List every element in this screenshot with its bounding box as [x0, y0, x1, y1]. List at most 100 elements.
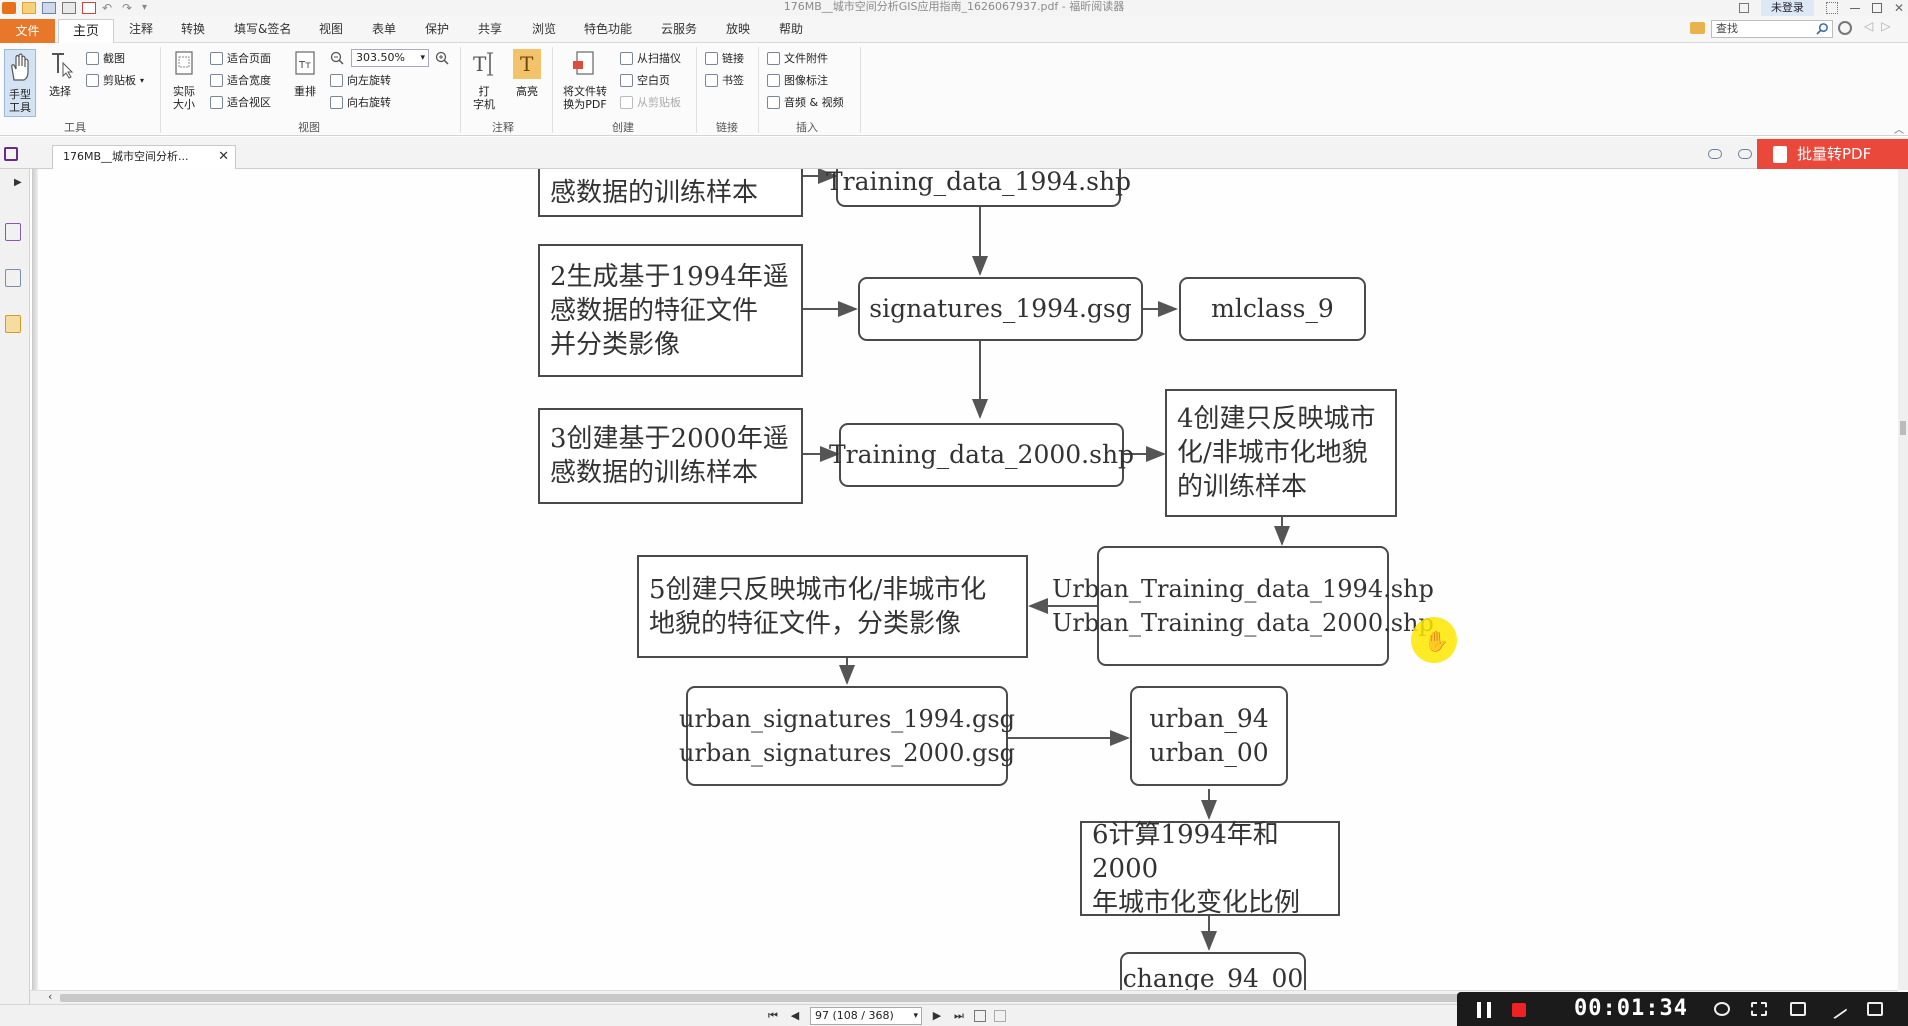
blank-page-icon — [620, 73, 633, 87]
rotate-right-icon — [330, 95, 343, 109]
hand-tool-button[interactable]: 手型 工具 — [4, 49, 36, 117]
page-number-input[interactable]: 97 (108 / 368) ▾ — [810, 1007, 922, 1025]
page-icon — [175, 51, 193, 75]
tab-home[interactable]: 主页 — [58, 19, 114, 44]
vertical-scroll-thumb[interactable] — [1900, 421, 1906, 435]
fit-view-button[interactable]: 适合视区 — [210, 94, 271, 110]
bookmark-label: 书签 — [722, 74, 744, 87]
app-sidebar-icon[interactable] — [4, 147, 18, 161]
clipboard-button[interactable]: 剪贴板 ▾ — [86, 72, 144, 88]
typewriter-button[interactable]: T 打 字机 — [468, 49, 500, 111]
typewriter-icon: T — [473, 52, 493, 76]
camera-icon[interactable] — [1790, 1002, 1806, 1016]
facing-view-icon[interactable] — [994, 1010, 1006, 1022]
tab-features[interactable]: 特色功能 — [584, 20, 632, 38]
collapse-ribbon-icon[interactable]: ︿ — [1894, 121, 1904, 136]
search-input[interactable]: 查找 — [1711, 20, 1833, 38]
bookmarks-panel-icon[interactable] — [5, 223, 21, 241]
file-to-pdf-button[interactable]: 将文件转 换为PDF — [560, 49, 610, 111]
last-page-icon[interactable]: ⏭ — [952, 1009, 966, 1023]
screenshot-button[interactable]: 截图 — [86, 50, 125, 66]
rotate-right-button[interactable]: 向右旋转 — [330, 94, 391, 110]
pages-panel-icon[interactable] — [5, 269, 21, 287]
from-clipboard-button[interactable]: 从剪贴板 — [620, 94, 681, 110]
close-icon[interactable]: ✕ — [1894, 1, 1904, 15]
camera-icon — [86, 51, 99, 65]
close-tab-icon[interactable]: ✕ — [218, 146, 229, 168]
cloud-icon[interactable] — [1708, 149, 1722, 159]
comments-panel-icon[interactable] — [5, 315, 21, 333]
svg-text:T: T — [473, 52, 487, 76]
document-tab[interactable]: 176MB__城市空间分析... ✕ — [52, 145, 236, 169]
select-button[interactable]: 选择 — [44, 49, 76, 98]
download-icon[interactable] — [1738, 149, 1752, 159]
file-attachment-button[interactable]: 文件附件 — [767, 50, 828, 66]
screen-recorder-bar: 00:01:34 — [1457, 992, 1908, 1026]
actual-size-label: 实际 大小 — [173, 85, 195, 111]
screenshot-label: 截图 — [103, 52, 125, 65]
continuous-view-icon[interactable] — [974, 1010, 986, 1022]
grid-icon[interactable] — [1825, 2, 1838, 14]
region-icon[interactable] — [1751, 1002, 1767, 1016]
nav-arrows-icon[interactable]: ◁▷ — [1864, 19, 1898, 33]
tab-protect[interactable]: 保护 — [425, 20, 449, 38]
tab-slideshow[interactable]: 放映 — [726, 20, 750, 38]
reflow-button[interactable]: Tт 重排 — [290, 49, 320, 98]
expand-panel-icon[interactable]: ▶ — [14, 177, 22, 188]
highlight-button[interactable]: T 高亮 — [510, 49, 544, 98]
tab-fill-sign[interactable]: 填写&签名 — [234, 20, 291, 38]
tab-share[interactable]: 共享 — [478, 20, 502, 38]
zoom-out-icon[interactable] — [330, 51, 344, 65]
fit-width-button[interactable]: 适合宽度 — [210, 72, 271, 88]
blank-page-button[interactable]: 空白页 — [620, 72, 670, 88]
window-icon[interactable] — [1867, 1002, 1883, 1016]
minimize-icon[interactable] — [1849, 7, 1860, 9]
image-annotation-button[interactable]: 图像标注 — [767, 72, 828, 88]
actual-size-button[interactable]: 实际 大小 — [168, 49, 200, 111]
from-scanner-button[interactable]: 从扫描仪 — [620, 50, 681, 66]
flow-box-training-1994-text: Training_data_1994.shp — [825, 169, 1132, 196]
tab-comment[interactable]: 注释 — [129, 20, 153, 38]
vertical-scrollbar[interactable] — [1898, 169, 1908, 990]
webcam-icon[interactable] — [1714, 1002, 1730, 1016]
tab-view[interactable]: 视图 — [319, 20, 343, 38]
flow-box-urban-94-00: urban_94 urban_00 — [1130, 686, 1288, 786]
pdf-icon — [1773, 146, 1787, 163]
batch-convert-pdf-button[interactable]: 批量转PDF — [1757, 139, 1908, 169]
fit-width-label: 适合宽度 — [227, 74, 271, 87]
bookmark-button[interactable]: 书签 — [705, 72, 744, 88]
tab-cloud[interactable]: 云服务 — [661, 20, 697, 38]
clipboard-icon — [86, 73, 99, 87]
scroll-left-icon[interactable]: ‹ — [48, 990, 52, 1003]
hand-tool-label: 手型 工具 — [9, 88, 31, 114]
tab-help[interactable]: 帮助 — [779, 20, 803, 38]
folder-icon[interactable] — [1690, 22, 1705, 34]
pause-icon[interactable] — [1477, 1002, 1491, 1018]
zoom-value: 303.50% — [356, 51, 405, 64]
login-button[interactable]: 未登录 — [1760, 0, 1814, 16]
menu-file[interactable]: 文件 — [0, 19, 55, 43]
pen-icon[interactable] — [1826, 998, 1848, 1020]
stop-record-icon[interactable] — [1512, 1003, 1526, 1017]
tab-convert[interactable]: 转换 — [181, 20, 205, 38]
first-page-icon[interactable]: ⏮ — [766, 1009, 780, 1023]
audio-video-button[interactable]: 音频 & 视频 — [767, 94, 844, 110]
zoom-select[interactable]: 303.50% ▾ — [351, 49, 429, 67]
tab-form[interactable]: 表单 — [372, 20, 396, 38]
maximize-icon[interactable] — [1871, 3, 1882, 13]
restore-small-icon[interactable] — [1738, 3, 1749, 13]
next-page-icon[interactable]: ▶ — [930, 1009, 944, 1023]
fit-page-icon — [210, 51, 223, 65]
prev-page-icon[interactable]: ◀ — [788, 1009, 802, 1023]
rotate-left-button[interactable]: 向左旋转 — [330, 72, 391, 88]
flow-box-step5: 5创建只反映城市化/非城市化 地貌的特征文件，分类影像 — [637, 555, 1028, 658]
group-separator — [860, 47, 861, 133]
zoom-in-icon[interactable] — [435, 51, 449, 65]
fit-page-button[interactable]: 适合页面 — [210, 50, 271, 66]
link-button[interactable]: 链接 — [705, 50, 744, 66]
settings-gear-icon[interactable] — [1838, 21, 1852, 35]
search-icon[interactable] — [1816, 22, 1829, 35]
page-navigator: ⏮ ◀ 97 (108 / 368) ▾ ▶ ⏭ — [766, 1007, 1006, 1025]
document-view[interactable]: 感数据的训练样本 Training_data_1994.shp 2生成基于199… — [30, 169, 1898, 990]
tab-browse[interactable]: 浏览 — [532, 20, 556, 38]
